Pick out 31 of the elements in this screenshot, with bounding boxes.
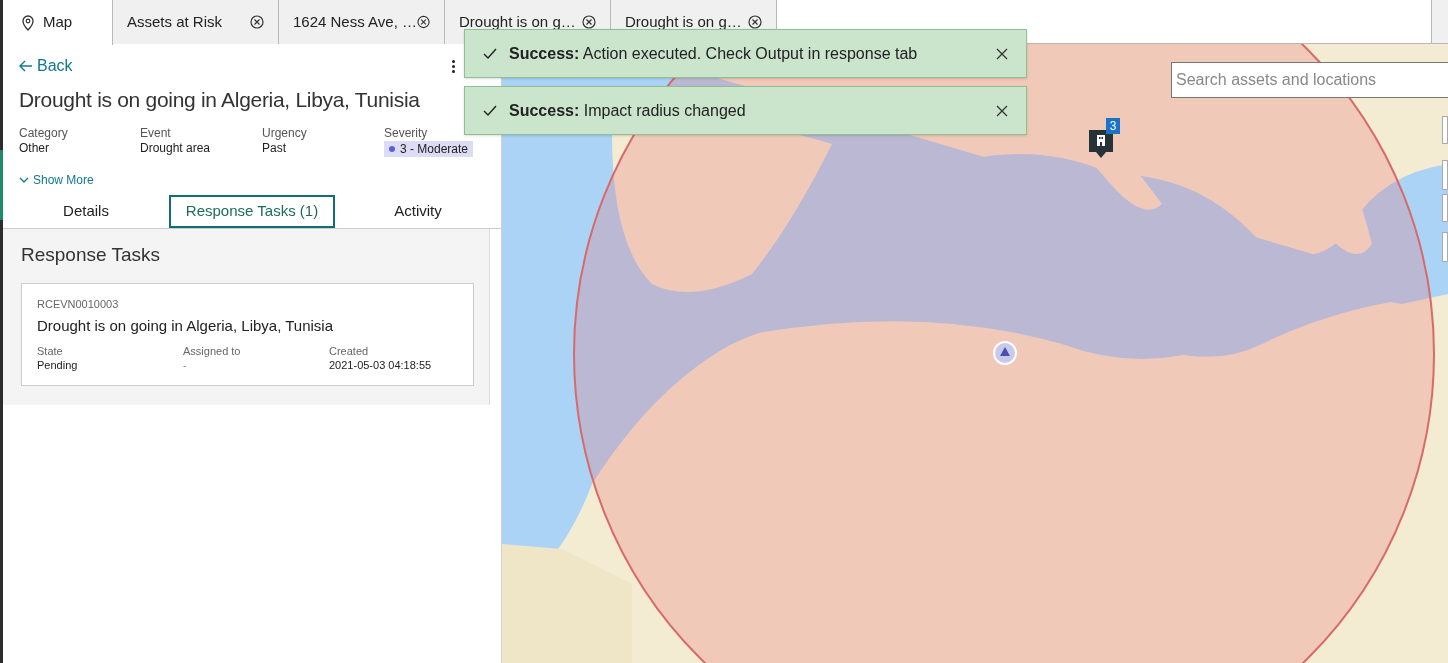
field-label: Created [329,345,370,358]
toast-message: Success: Impact radius changed [509,100,746,121]
tab[interactable]: Details [3,194,169,228]
toast-message: Success: Action executed. Check Output in response tab [509,43,918,64]
page-title: Drought is on going in Algeria, Libya, Tunisia [19,87,421,113]
tab[interactable]: Activity [335,194,501,228]
count-badge: 3 [1106,118,1120,134]
tab[interactable]: Assets at Risk [113,0,279,44]
tab[interactable]: Response Tasks (1) [169,194,335,228]
field-label: Event [140,125,172,140]
show-more-link[interactable]: Show More [19,170,485,189]
tab[interactable]: 1624 Ness Ave, … [279,0,445,44]
field-value: Drought area [140,139,212,156]
search-field[interactable]: Search assets and locations [1171,62,1448,98]
task-card[interactable]: RCEVN0010003 Drought is on going in Algeria, Libya, Tunisia State Pending Assigned to - Created 2021-05-03 04:18:55 [21,283,474,386]
field-label: Category [19,125,69,140]
field-value: Pending [37,358,79,373]
back-link[interactable]: Back [19,54,73,78]
section-title: Response Tasks [21,242,162,267]
severity-badge: 3 - Moderate [384,140,474,157]
field-value: Past [262,140,287,156]
field-label: Urgency [262,125,308,140]
task-number: RCEVN0010003 [37,297,120,312]
field-value: 2021-05-03 04:18:55 [329,358,433,373]
field-label: Assigned to [183,345,242,358]
field-label: Severity [384,125,429,140]
field-value: - [183,358,188,373]
task-title: Drought is on going in Algeria, Libya, Tunisia [37,315,334,336]
field-label: State [37,345,64,358]
tab[interactable]: Map [3,0,113,45]
field-value: Other [19,140,50,156]
